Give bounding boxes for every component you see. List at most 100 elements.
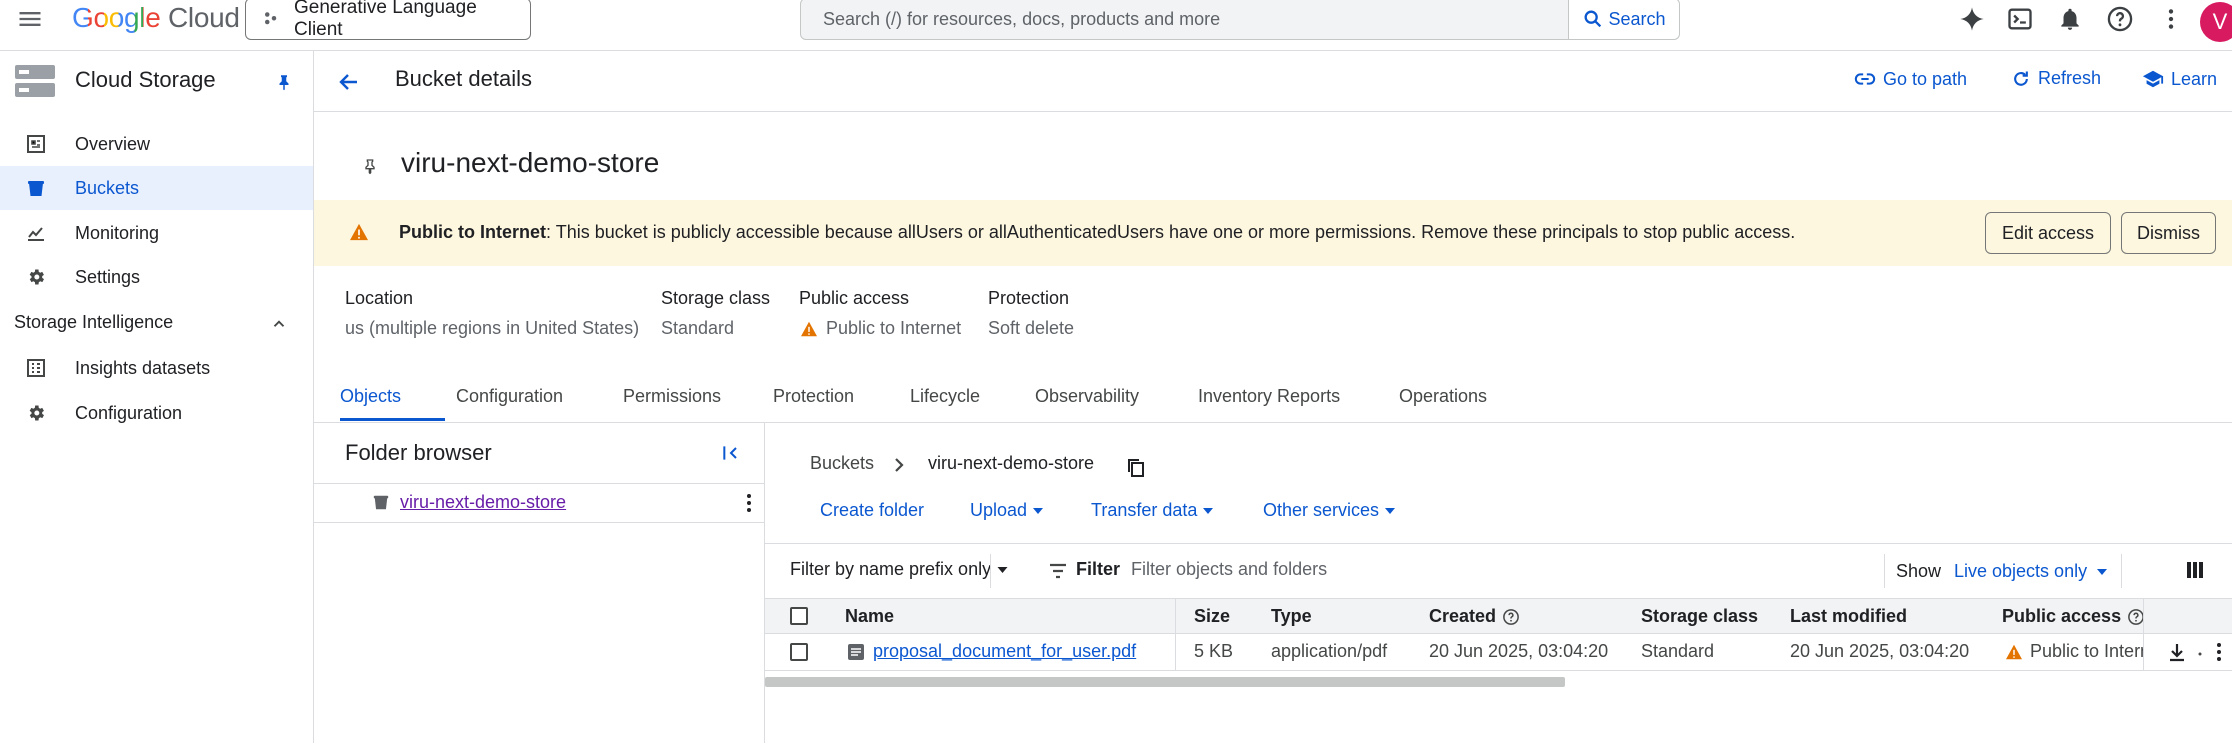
file-icon: [847, 643, 865, 661]
tab-objects[interactable]: Objects: [340, 386, 401, 407]
refresh-button[interactable]: Refresh: [2011, 68, 2101, 89]
edit-access-button[interactable]: Edit access: [1985, 212, 2111, 254]
column-header-size[interactable]: Size: [1194, 606, 1230, 627]
sidebar-item-configuration[interactable]: Configuration: [0, 391, 313, 435]
gemini-icon[interactable]: [1958, 5, 1986, 33]
tab-lifecycle[interactable]: Lifecycle: [910, 386, 980, 407]
tab-operations[interactable]: Operations: [1399, 386, 1487, 407]
upload-label: Upload: [970, 500, 1028, 520]
upload-button[interactable]: Upload: [970, 500, 1044, 521]
public-access-banner: Public to Internet: This bucket is publi…: [314, 200, 2232, 266]
cloud-shell-icon[interactable]: [2006, 5, 2034, 33]
banner-message: Public to Internet: This bucket is publi…: [399, 222, 1795, 243]
back-arrow-icon[interactable]: [337, 70, 361, 94]
column-display-icon[interactable]: [2186, 561, 2204, 579]
top-bar: Google Cloud Generative Language Client …: [0, 0, 2232, 51]
column-separator[interactable]: [2143, 599, 2144, 633]
help-icon[interactable]: [2106, 5, 2134, 33]
column-header-name[interactable]: Name: [845, 606, 894, 627]
other-services-button[interactable]: Other services: [1263, 500, 1396, 521]
location-value: us (multiple regions in United States): [345, 318, 640, 338]
storage-icon: [14, 63, 56, 99]
filter-mode-label: Filter by name prefix only: [790, 559, 992, 579]
create-folder-button[interactable]: Create folder: [820, 500, 924, 521]
tab-inventory-reports[interactable]: Inventory Reports: [1198, 386, 1340, 407]
search-button[interactable]: Search: [1568, 0, 1679, 39]
gear-icon: [0, 403, 75, 423]
column-header-storage-class[interactable]: Storage class: [1641, 606, 1758, 627]
chevron-up-icon[interactable]: [270, 315, 288, 333]
column-separator[interactable]: [2143, 634, 2144, 670]
row-checkbox[interactable]: [790, 643, 808, 661]
protection-label: Protection: [988, 288, 1070, 308]
column-header-type[interactable]: Type: [1271, 606, 1312, 627]
warning-icon: [349, 223, 369, 241]
sidebar-item-label: Overview: [75, 133, 151, 154]
object-name-link[interactable]: proposal_document_for_user.pdf: [873, 641, 1136, 662]
link-icon: [1854, 68, 1876, 90]
divider: [1884, 554, 1885, 588]
select-all-checkbox[interactable]: [790, 607, 808, 625]
dropdown-arrow-icon: [1385, 507, 1396, 514]
page-header: Bucket details Go to path Refresh Learn: [314, 51, 2232, 112]
tab-configuration[interactable]: Configuration: [456, 386, 563, 407]
avatar[interactable]: V: [2200, 2, 2232, 42]
dropdown-arrow-icon: [2097, 568, 2108, 575]
learn-label: Learn: [2171, 68, 2218, 89]
project-picker[interactable]: Generative Language Client: [245, 0, 531, 40]
storage-intelligence-section[interactable]: Storage Intelligence: [14, 312, 173, 333]
collapse-panel-icon[interactable]: [721, 443, 741, 463]
more-vert-icon[interactable]: [2215, 642, 2223, 662]
column-header-public-access[interactable]: Public access: [2002, 606, 2145, 627]
tab-observability[interactable]: Observability: [1035, 386, 1139, 407]
column-header-last-modified[interactable]: Last modified: [1790, 606, 1907, 627]
sidebar-item-monitoring[interactable]: Monitoring: [0, 211, 313, 255]
folder-tree-item[interactable]: viru-next-demo-store: [314, 483, 764, 523]
table-row[interactable]: proposal_document_for_user.pdf 5 KB appl…: [765, 634, 2232, 671]
search-input[interactable]: Search (/) for resources, docs, products…: [801, 0, 1568, 39]
breadcrumb-buckets[interactable]: Buckets: [810, 453, 874, 474]
help-icon[interactable]: [1502, 608, 1520, 626]
sidebar-item-overview[interactable]: Overview: [0, 122, 313, 166]
dropdown-arrow-icon: [1203, 507, 1214, 514]
copy-icon[interactable]: [1127, 458, 1145, 478]
more-vert-icon[interactable]: [2158, 5, 2184, 33]
sidebar-item-insights-datasets[interactable]: Insights datasets: [0, 346, 313, 390]
notifications-icon[interactable]: [2057, 5, 2083, 33]
filter-icon: [1048, 561, 1068, 581]
project-name: Generative Language Client: [294, 0, 477, 40]
folder-tree-bucket-link[interactable]: viru-next-demo-store: [400, 492, 566, 513]
public-access-label: Public access: [799, 288, 910, 308]
storage-class-value: Standard: [661, 318, 735, 338]
column-separator[interactable]: [1175, 634, 1176, 670]
folder-browser-title: Folder browser: [345, 440, 492, 465]
sidebar: Cloud Storage Overview Buckets Monitorin…: [0, 51, 314, 743]
google-cloud-logo[interactable]: Google Cloud: [72, 2, 240, 34]
pin-icon[interactable]: [275, 71, 293, 93]
more-vert-icon[interactable]: [745, 493, 753, 513]
horizontal-scrollbar[interactable]: [765, 677, 1565, 687]
column-separator[interactable]: [1175, 599, 1176, 633]
bucket-name-title: viru-next-demo-store: [401, 147, 660, 178]
sidebar-item-label: Monitoring: [75, 222, 160, 243]
learn-button[interactable]: Learn: [2142, 68, 2217, 90]
tab-bar: Objects Configuration Permissions Protec…: [314, 377, 2232, 423]
filter-mode-select[interactable]: Filter by name prefix only: [790, 559, 1008, 580]
logo-cloud-text: Cloud: [167, 2, 240, 33]
column-header-created[interactable]: Created: [1429, 606, 1520, 627]
search-bar[interactable]: Search (/) for resources, docs, products…: [800, 0, 1680, 40]
show-objects-select[interactable]: Live objects only: [1954, 561, 2108, 582]
tab-permissions[interactable]: Permissions: [623, 386, 721, 407]
transfer-data-button[interactable]: Transfer data: [1091, 500, 1214, 521]
refresh-icon: [2011, 69, 2031, 89]
sidebar-item-buckets[interactable]: Buckets: [0, 166, 313, 210]
pin-outline-icon[interactable]: [362, 155, 378, 177]
go-to-path-button[interactable]: Go to path: [1854, 68, 1967, 90]
protection-value: Soft delete: [988, 318, 1075, 338]
download-icon[interactable]: [2167, 642, 2187, 662]
tab-protection[interactable]: Protection: [773, 386, 854, 407]
menu-icon[interactable]: [16, 5, 44, 33]
filter-input[interactable]: Filter objects and folders: [1131, 559, 1327, 580]
dismiss-button[interactable]: Dismiss: [2121, 212, 2216, 254]
sidebar-item-settings[interactable]: Settings: [0, 255, 313, 299]
